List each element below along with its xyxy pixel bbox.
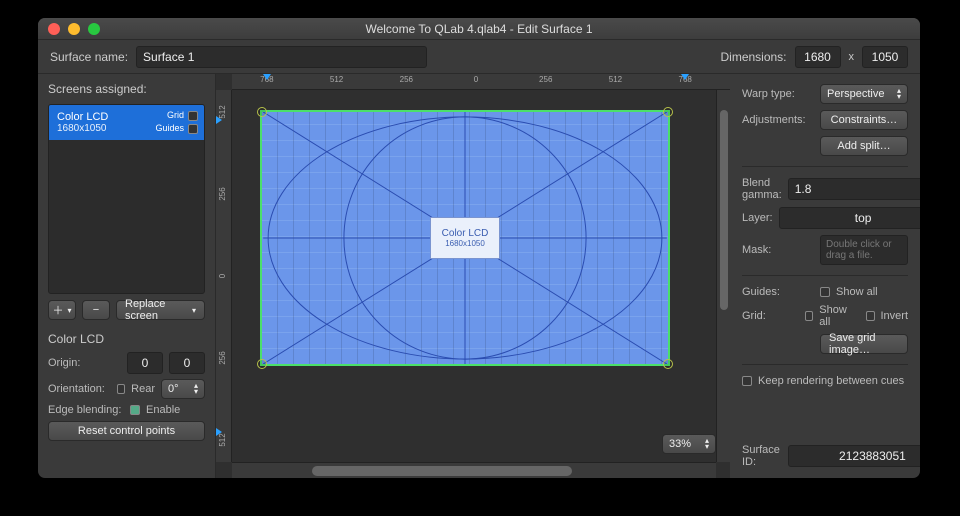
guides-section-label: Guides: xyxy=(742,286,814,298)
orientation-label: Orientation: xyxy=(48,383,111,395)
mask-dropzone[interactable]: Double click or drag a file. xyxy=(820,235,908,265)
origin-y-input[interactable] xyxy=(169,352,205,374)
ruler-vertical: 512 256 0 256 512 xyxy=(216,90,232,462)
blend-gamma-input[interactable] xyxy=(788,178,920,200)
rear-label: Rear xyxy=(131,383,155,395)
grid-showall-checkbox[interactable] xyxy=(805,311,813,321)
origin-x-input[interactable] xyxy=(127,352,163,374)
keep-rendering-checkbox[interactable] xyxy=(742,376,752,386)
ruler-horizontal: 768 512 256 0 256 512 768 xyxy=(232,74,730,90)
rear-checkbox[interactable] xyxy=(117,384,126,394)
adjustments-label: Adjustments: xyxy=(742,114,814,126)
surface-editor-window: Welcome To QLab 4.qlab4 - Edit Surface 1… xyxy=(38,18,920,478)
screens-list[interactable]: Color LCD 1680x1050 Grid Guides xyxy=(48,104,205,294)
screens-buttons: ＋▾ − Replace screen▾ xyxy=(48,300,205,320)
warp-type-label: Warp type: xyxy=(742,88,814,100)
chevron-down-icon: ▾ xyxy=(192,306,196,315)
control-point-handle[interactable] xyxy=(663,359,673,369)
body: Screens assigned: Color LCD 1680x1050 Gr… xyxy=(38,74,920,478)
scrollbar-thumb[interactable] xyxy=(312,466,572,476)
header-row: Surface name: Dimensions: x xyxy=(38,40,920,74)
enable-edge-checkbox[interactable] xyxy=(130,405,140,415)
layer-input[interactable] xyxy=(779,207,920,229)
surface-name-label: Surface name: xyxy=(50,50,128,64)
control-point-handle[interactable] xyxy=(257,359,267,369)
grid-section-label: Grid: xyxy=(742,310,799,322)
surface-id-field[interactable] xyxy=(788,445,920,467)
guide-marker-icon[interactable] xyxy=(216,428,222,436)
surface-canvas[interactable]: Color LCD 1680x1050 33%▴▾ xyxy=(232,90,730,462)
vertical-scrollbar[interactable] xyxy=(716,90,730,462)
guide-marker-icon[interactable] xyxy=(216,116,222,124)
origin-label: Origin: xyxy=(48,357,121,369)
screens-assigned-label: Screens assigned: xyxy=(48,82,205,96)
screen-item-colorlcd[interactable]: Color LCD 1680x1050 Grid Guides xyxy=(49,105,204,140)
rotation-select[interactable]: 0°▴▾ xyxy=(161,379,205,399)
grid-showall-label: Show all xyxy=(819,304,852,328)
replace-screen-button[interactable]: Replace screen▾ xyxy=(116,300,205,320)
scrollbar-thumb[interactable] xyxy=(720,110,728,310)
surface-id-label: Surface ID: xyxy=(742,444,780,468)
surface-center-label: Color LCD 1680x1050 xyxy=(430,217,500,259)
close-icon[interactable] xyxy=(48,23,60,35)
left-panel: Screens assigned: Color LCD 1680x1050 Gr… xyxy=(38,74,216,478)
guide-marker-icon[interactable] xyxy=(263,74,271,80)
zoom-select[interactable]: 33%▴▾ xyxy=(662,434,716,454)
dimension-width-input[interactable] xyxy=(795,46,841,68)
guides-showall-label: Show all xyxy=(836,286,878,298)
add-screen-button[interactable]: ＋▾ xyxy=(48,300,76,320)
horizontal-scrollbar[interactable] xyxy=(232,462,716,478)
mask-label: Mask: xyxy=(742,244,814,256)
add-split-button[interactable]: Add split… xyxy=(820,136,908,156)
guide-marker-icon[interactable] xyxy=(681,74,689,80)
layer-label: Layer: xyxy=(742,212,773,224)
guides-showall-checkbox[interactable] xyxy=(820,287,830,297)
blend-gamma-label: Blend gamma: xyxy=(742,177,782,201)
canvas-body: 512 256 0 256 512 xyxy=(216,90,730,462)
control-point-handle[interactable] xyxy=(257,107,267,117)
surface-rect[interactable]: Color LCD 1680x1050 xyxy=(260,110,670,366)
enable-label: Enable xyxy=(146,404,180,416)
grid-invert-checkbox[interactable] xyxy=(866,311,874,321)
zoom-icon[interactable] xyxy=(88,23,100,35)
grid-invert-label: Invert xyxy=(881,310,909,322)
constraints-button[interactable]: Constraints… xyxy=(820,110,908,130)
remove-screen-button[interactable]: − xyxy=(82,300,110,320)
control-point-handle[interactable] xyxy=(663,107,673,117)
dimension-x: x xyxy=(849,51,855,63)
minimize-icon[interactable] xyxy=(68,23,80,35)
updown-icon: ▴▾ xyxy=(194,383,198,395)
screen-grid-label: Grid xyxy=(167,109,184,122)
reset-control-points-button[interactable]: Reset control points xyxy=(48,421,205,441)
screen-grid-checkbox[interactable] xyxy=(188,111,198,121)
updown-icon: ▴▾ xyxy=(897,88,901,100)
screen-item-toggles: Grid Guides xyxy=(155,109,198,135)
surface-name-input[interactable] xyxy=(136,46,427,68)
canvas-panel: 768 512 256 0 256 512 768 512 256 0 256 … xyxy=(216,74,730,478)
updown-icon: ▴▾ xyxy=(705,438,709,450)
warp-type-select[interactable]: Perspective▴▾ xyxy=(820,84,908,104)
edge-blending-label: Edge blending: xyxy=(48,404,124,416)
titlebar: Welcome To QLab 4.qlab4 - Edit Surface 1 xyxy=(38,18,920,40)
chevron-down-icon: ▾ xyxy=(67,306,71,315)
screen-settings-panel: Color LCD Origin: Orientation: Rear 0°▴▾… xyxy=(48,332,205,441)
screen-settings-title: Color LCD xyxy=(48,332,205,346)
dimension-height-input[interactable] xyxy=(862,46,908,68)
keep-rendering-label: Keep rendering between cues xyxy=(758,375,904,387)
screen-guides-label: Guides xyxy=(155,122,184,135)
window-controls xyxy=(48,23,100,35)
screen-guides-checkbox[interactable] xyxy=(188,124,198,134)
window-title: Welcome To QLab 4.qlab4 - Edit Surface 1 xyxy=(38,22,920,36)
dimensions-label: Dimensions: xyxy=(720,50,786,64)
right-panel: Warp type: Perspective▴▾ Adjustments: Co… xyxy=(730,74,920,478)
save-grid-image-button[interactable]: Save grid image… xyxy=(820,334,908,354)
